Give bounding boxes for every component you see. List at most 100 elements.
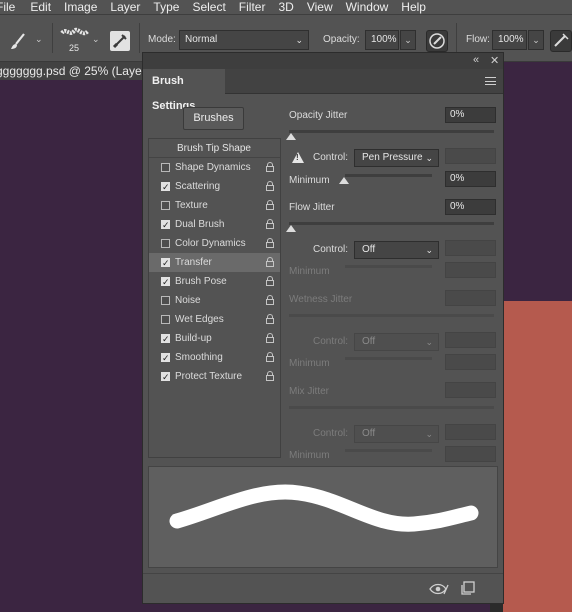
protect-texture-checkbox[interactable] <box>161 368 170 386</box>
smoothing-label: Smoothing <box>175 352 223 363</box>
option-protect-texture[interactable]: Protect Texture <box>149 367 280 386</box>
color-dynamics-label: Color Dynamics <box>175 238 246 249</box>
pressure-opacity-icon[interactable] <box>426 30 448 52</box>
menu-filter[interactable]: Filter <box>239 0 266 14</box>
minimum-1-field[interactable]: 0% <box>445 171 496 187</box>
option-color-dynamics[interactable]: Color Dynamics <box>149 234 280 253</box>
option-texture[interactable]: Texture <box>149 196 280 215</box>
opacity-dropdown-button[interactable]: ⌄ <box>400 30 416 50</box>
brush-tip-shape-item[interactable]: Brush Tip Shape <box>149 139 280 158</box>
close-panel-icon[interactable]: ✕ <box>490 54 499 67</box>
option-smoothing[interactable]: Smoothing <box>149 348 280 367</box>
lock-icon[interactable] <box>266 162 274 172</box>
lock-icon[interactable] <box>266 314 274 324</box>
toggle-preview-icon[interactable] <box>429 582 449 596</box>
control-1-dropdown[interactable]: Pen Pressure ⌄ <box>354 149 439 167</box>
lock-icon[interactable] <box>266 238 274 248</box>
lock-icon[interactable] <box>266 276 274 286</box>
smoothing-checkbox[interactable] <box>161 349 170 367</box>
menu-image[interactable]: Image <box>64 0 97 14</box>
tab-brush-settings[interactable]: Brush Settings <box>143 69 225 112</box>
brush-preset-thumbnail-icon[interactable] <box>60 24 90 42</box>
control-4-value: Off <box>362 428 376 439</box>
menu-help[interactable]: Help <box>401 0 426 14</box>
brushes-button[interactable]: Brushes <box>183 107 244 130</box>
lock-icon[interactable] <box>266 181 274 191</box>
lock-icon[interactable] <box>266 200 274 210</box>
option-transfer[interactable]: Transfer <box>149 253 280 272</box>
menu-window[interactable]: Window <box>346 0 389 14</box>
build-up-checkbox[interactable] <box>161 330 170 348</box>
minimum-1-thumb[interactable] <box>339 177 349 184</box>
mode-select[interactable]: Normal ⌄ <box>179 30 309 50</box>
tool-preset-chevron-icon[interactable]: ⌄ <box>35 34 43 45</box>
menu-layer[interactable]: Layer <box>110 0 140 14</box>
minimum-3-field <box>445 354 496 370</box>
flow-dropdown-button[interactable]: ⌄ <box>528 30 544 50</box>
option-build-up[interactable]: Build-up <box>149 329 280 348</box>
lock-icon[interactable] <box>266 295 274 305</box>
control-2-dropdown[interactable]: Off ⌄ <box>354 241 439 259</box>
option-noise[interactable]: Noise <box>149 291 280 310</box>
brush-pose-label: Brush Pose <box>175 276 227 287</box>
minimum-2-slider <box>345 265 432 268</box>
lock-icon[interactable] <box>266 219 274 229</box>
transfer-checkbox[interactable] <box>161 254 170 272</box>
dual-brush-checkbox[interactable] <box>161 216 170 234</box>
brush-stroke-preview <box>148 466 498 568</box>
minimum-1-slider[interactable] <box>345 174 432 177</box>
control-1-chevron-icon: ⌄ <box>425 153 433 163</box>
color-dynamics-checkbox[interactable] <box>161 239 170 248</box>
option-scattering[interactable]: Scattering <box>149 177 280 196</box>
option-shape-dynamics[interactable]: Shape Dynamics <box>149 158 280 177</box>
brush-tool-icon[interactable] <box>8 32 28 52</box>
opacity-jitter-slider[interactable] <box>289 130 494 133</box>
brush-options-list: Brush Tip Shape Shape Dynamics Scattering… <box>148 138 281 458</box>
menu-type[interactable]: Type <box>153 0 179 14</box>
menu-edit[interactable]: Edit <box>30 0 51 14</box>
lock-icon[interactable] <box>266 352 274 362</box>
flow-jitter-thumb[interactable] <box>286 225 296 232</box>
menu-3d[interactable]: 3D <box>278 0 293 14</box>
minimum-2-field <box>445 262 496 278</box>
menu-view[interactable]: View <box>307 0 333 14</box>
minimum-1-label: Minimum <box>289 175 330 186</box>
menu-select[interactable]: Select <box>192 0 225 14</box>
document-tab[interactable]: ggggggg.psd @ 25% (Layer <box>0 62 142 80</box>
panel-menu-icon[interactable] <box>485 77 496 85</box>
texture-label: Texture <box>175 200 208 211</box>
opacity-label: Opacity: <box>323 34 360 45</box>
create-new-brush-icon[interactable] <box>461 581 475 595</box>
brush-size-label: 25 <box>69 43 80 53</box>
noise-checkbox[interactable] <box>161 296 170 305</box>
wetness-jitter-field <box>445 290 496 306</box>
option-wet-edges[interactable]: Wet Edges <box>149 310 280 329</box>
flow-field[interactable]: 100% <box>492 30 527 50</box>
brush-pose-checkbox[interactable] <box>161 273 170 291</box>
shape-dynamics-checkbox[interactable] <box>161 163 170 172</box>
texture-checkbox[interactable] <box>161 201 170 210</box>
flow-jitter-value: 0% <box>450 201 465 212</box>
flow-jitter-slider[interactable] <box>289 222 494 225</box>
wet-edges-checkbox[interactable] <box>161 315 170 324</box>
options-column: Brushes Brush Tip Shape Shape Dynamics Sc… <box>148 94 281 464</box>
collapse-panel-icon[interactable]: « <box>473 54 479 66</box>
brush-settings-toggle-icon[interactable] <box>110 31 130 51</box>
lock-icon[interactable] <box>266 257 274 267</box>
flow-jitter-field[interactable]: 0% <box>445 199 496 215</box>
control-4-chevron-icon: ⌄ <box>425 429 433 439</box>
brush-preset-chevron-icon[interactable]: ⌄ <box>92 34 100 45</box>
control-3-dropdown: Off ⌄ <box>354 333 439 351</box>
lock-icon[interactable] <box>266 371 274 381</box>
option-dual-brush[interactable]: Dual Brush <box>149 215 280 234</box>
lock-icon[interactable] <box>266 333 274 343</box>
option-brush-pose[interactable]: Brush Pose <box>149 272 280 291</box>
scattering-checkbox[interactable] <box>161 178 170 196</box>
minimum-3-slider <box>345 357 432 360</box>
opacity-field[interactable]: 100% <box>365 30 399 50</box>
panel-title-bar[interactable]: « ✕ <box>143 53 503 69</box>
opacity-jitter-field[interactable]: 0% <box>445 107 496 123</box>
menu-file[interactable]: File <box>0 0 15 14</box>
opacity-jitter-thumb[interactable] <box>286 133 296 140</box>
airbrush-icon[interactable] <box>550 30 572 52</box>
